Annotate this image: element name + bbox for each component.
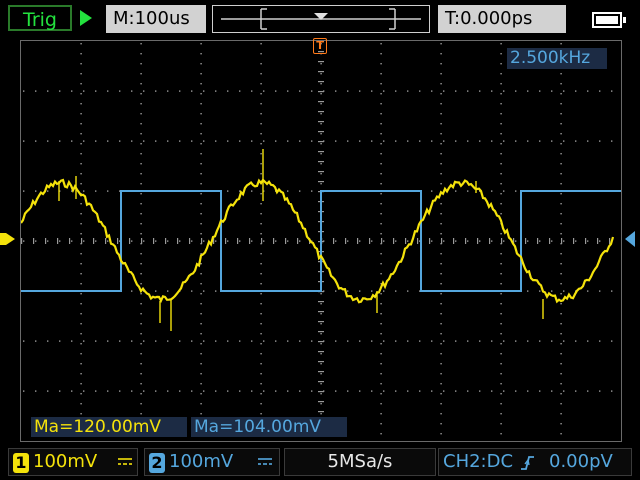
ch1-noise-spikes: [58, 149, 544, 331]
frequency-readout: 2.500kHz: [507, 48, 607, 69]
ch1-measurement: Ma=120.00mV: [31, 417, 187, 437]
waveform-display[interactable]: [20, 40, 622, 442]
rising-edge-icon: [521, 456, 534, 470]
trigger-level: 0.00pV: [549, 451, 613, 472]
trigger-info-box[interactable]: CH2:DC 0.00pV: [438, 448, 632, 476]
ch2-measurement: Ma=104.00mV: [191, 417, 347, 437]
ch1-level-marker[interactable]: [0, 233, 15, 245]
ch1-scale-box[interactable]: 1 100mV: [8, 448, 138, 476]
trigger-status-label[interactable]: Trig: [8, 5, 72, 31]
trigger-time-setting[interactable]: T:0.000ps: [438, 5, 566, 33]
ch2-number-badge: 2: [149, 453, 165, 473]
ch2-scale-box[interactable]: 2 100mV: [144, 448, 280, 476]
top-status-bar: Trig M:100us T:0.000ps: [0, 0, 640, 36]
battery-icon: [592, 12, 626, 28]
trigger-source: CH2:DC: [443, 451, 514, 472]
timebase-setting[interactable]: M:100us: [106, 5, 206, 33]
trigger-position-indicator-icon: [221, 8, 421, 30]
play-icon[interactable]: [80, 10, 92, 26]
ch1-waveform: [21, 178, 615, 304]
ch1-scale: 100mV: [33, 451, 98, 472]
dc-coupling-icon: [258, 458, 272, 465]
sample-rate[interactable]: 5MSa/s: [284, 448, 436, 476]
trigger-position-bar[interactable]: [212, 5, 430, 33]
ch1-number-badge: 1: [13, 453, 29, 473]
trigger-position-marker[interactable]: T: [313, 38, 327, 54]
dc-coupling-icon: [118, 458, 132, 465]
ch2-scale: 100mV: [169, 451, 234, 472]
ch2-level-marker[interactable]: [625, 231, 635, 247]
